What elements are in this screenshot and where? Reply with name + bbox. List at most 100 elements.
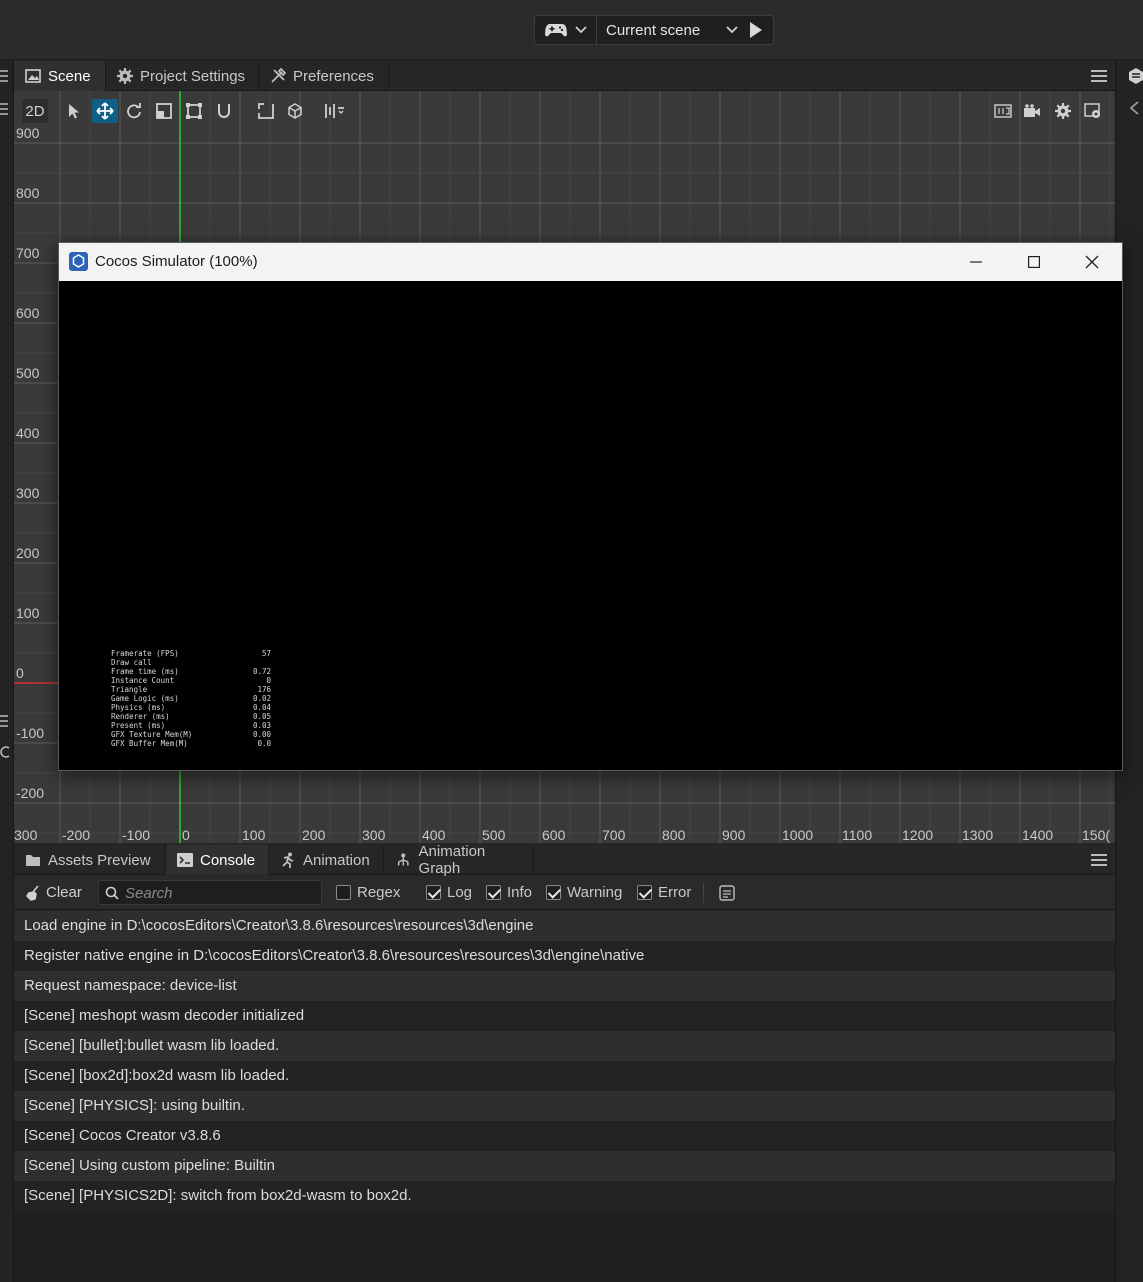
camera-button[interactable]	[1020, 99, 1044, 123]
info-checkbox[interactable]	[486, 885, 501, 900]
log-entry[interactable]: [Scene] [bullet]:bullet wasm lib loaded.	[14, 1031, 1115, 1061]
error-checkbox[interactable]	[637, 885, 652, 900]
tab-console[interactable]: Console	[166, 845, 269, 875]
chevron-down-icon	[574, 26, 587, 34]
play-icon	[750, 22, 762, 38]
regex-filter[interactable]: Regex	[336, 884, 400, 901]
filter-label: Regex	[357, 884, 401, 901]
2d-mode-button[interactable]: 2D	[22, 99, 48, 123]
y-axis-label: 0	[16, 665, 24, 681]
tab-label: Preferences	[293, 67, 374, 85]
x-axis-label: 150(	[1082, 827, 1110, 843]
inspector-icon[interactable]	[1128, 67, 1143, 85]
close-button[interactable]	[1063, 243, 1121, 281]
pivot-button[interactable]	[283, 99, 307, 123]
tab-label: Animation Graph	[418, 843, 486, 877]
tab-animation-graph[interactable]: Animation Graph	[384, 843, 534, 877]
tab-animation[interactable]: Animation	[269, 845, 384, 875]
gamepad-icon	[544, 24, 567, 37]
stat-value: 0.05	[252, 712, 271, 721]
stat-label: Frame time (ms)	[111, 667, 179, 676]
stat-label: Draw call	[111, 658, 152, 667]
chevron-left-icon[interactable]	[1128, 100, 1140, 116]
panel-menu-icon[interactable]	[1091, 69, 1107, 83]
local-global-button[interactable]	[254, 99, 278, 123]
x-axis-label: 100	[242, 827, 266, 843]
graph-icon	[397, 853, 409, 866]
log-entry[interactable]: [Scene] Cocos Creator v3.8.6	[14, 1121, 1115, 1151]
gizmo-settings-button[interactable]	[1081, 99, 1105, 123]
cube-icon	[288, 103, 302, 119]
maximize-button[interactable]	[1005, 243, 1063, 281]
tab-scene[interactable]: Scene	[14, 61, 106, 91]
x-axis-label: 500	[482, 827, 506, 843]
simulator-canvas[interactable]: Framerate (FPS) 57 Draw call Frame time (ms…	[59, 281, 1122, 770]
menu-icon[interactable]	[0, 102, 12, 116]
log-filter[interactable]: Log	[426, 884, 472, 901]
simulator-title: Cocos Simulator (100%)	[95, 253, 258, 270]
log-checkbox[interactable]	[426, 885, 441, 900]
menu-icon[interactable]	[0, 714, 12, 728]
tab-preferences[interactable]: Preferences	[259, 61, 389, 91]
resolution-button[interactable]	[991, 99, 1015, 123]
running-man-icon	[282, 852, 294, 868]
snap-tool-button[interactable]	[212, 99, 236, 123]
tab-label: Project Settings	[140, 67, 246, 85]
stat-row: Framerate (FPS) 57	[111, 649, 271, 658]
stat-label: Present (ms)	[111, 721, 166, 730]
stat-value: 0.0	[257, 739, 271, 748]
x-axis-label: 400	[422, 827, 446, 843]
camera-icon	[1024, 104, 1040, 117]
log-entry[interactable]: [Scene] meshopt wasm decoder initialized	[14, 1001, 1115, 1031]
resolution-icon	[994, 104, 1012, 118]
scale-icon	[156, 103, 172, 119]
log-entry[interactable]: [Scene] Using custom pipeline: Builtin	[14, 1151, 1115, 1181]
log-entry[interactable]: Load engine in D:\cocosEditors\Creator\3…	[14, 911, 1115, 941]
simulator-titlebar[interactable]: Cocos Simulator (100%)	[59, 243, 1122, 281]
regex-checkbox[interactable]	[336, 885, 351, 900]
play-button[interactable]	[739, 16, 773, 44]
refresh-icon[interactable]	[0, 745, 12, 759]
align-button[interactable]	[320, 99, 350, 123]
maximize-icon	[1028, 256, 1040, 268]
log-entry[interactable]: [Scene] [PHYSICS]: using builtin.	[14, 1091, 1115, 1121]
log-entry[interactable]: Register native engine in D:\cocosEditor…	[14, 941, 1115, 971]
filter-label: Log	[447, 884, 473, 901]
scale-tool-button[interactable]	[152, 99, 176, 123]
platform-select[interactable]	[535, 16, 597, 44]
stat-label: Game Logic (ms)	[111, 694, 179, 703]
stat-row: Game Logic (ms) 0.02	[111, 694, 271, 703]
y-axis-label: -200	[16, 785, 44, 801]
stat-value: 0.02	[252, 694, 271, 703]
move-tool-button[interactable]	[92, 99, 118, 123]
rect-tool-button[interactable]	[182, 99, 206, 123]
x-axis-label: -200	[62, 827, 90, 843]
clear-button[interactable]: Clear	[26, 884, 82, 901]
open-log-file-icon[interactable]	[719, 885, 735, 901]
scene-settings-button[interactable]	[1051, 99, 1075, 123]
warning-filter[interactable]: Warning	[546, 884, 622, 901]
panel-menu-icon[interactable]	[1091, 853, 1107, 867]
log-entry[interactable]: [Scene] [box2d]:box2d wasm lib loaded.	[14, 1061, 1115, 1091]
menu-icon[interactable]	[0, 69, 12, 83]
scene-icon	[25, 69, 41, 83]
search-input[interactable]	[125, 883, 315, 903]
warning-checkbox[interactable]	[546, 885, 561, 900]
tab-project-settings[interactable]: Project Settings	[106, 61, 259, 91]
log-entry[interactable]: Request namespace: device-list	[14, 971, 1115, 1001]
minimize-button[interactable]	[947, 243, 1005, 281]
rotate-tool-button[interactable]	[122, 99, 146, 123]
log-entry[interactable]: [Scene] [PHYSICS2D]: switch from box2d-w…	[14, 1181, 1115, 1211]
run-control-group: Current scene	[534, 15, 774, 45]
gizmo-gear-icon	[1084, 103, 1100, 118]
tab-assets-preview[interactable]: Assets Preview	[14, 845, 166, 875]
error-filter[interactable]: Error	[637, 884, 691, 901]
select-tool-button[interactable]	[62, 99, 86, 123]
broom-icon	[26, 884, 39, 901]
x-axis-label: 300	[14, 827, 38, 843]
scene-select[interactable]: Current scene	[597, 16, 739, 44]
search-box[interactable]	[98, 880, 322, 905]
magnet-icon	[218, 104, 230, 118]
info-filter[interactable]: Info	[486, 884, 532, 901]
y-axis-label: 100	[16, 605, 40, 621]
